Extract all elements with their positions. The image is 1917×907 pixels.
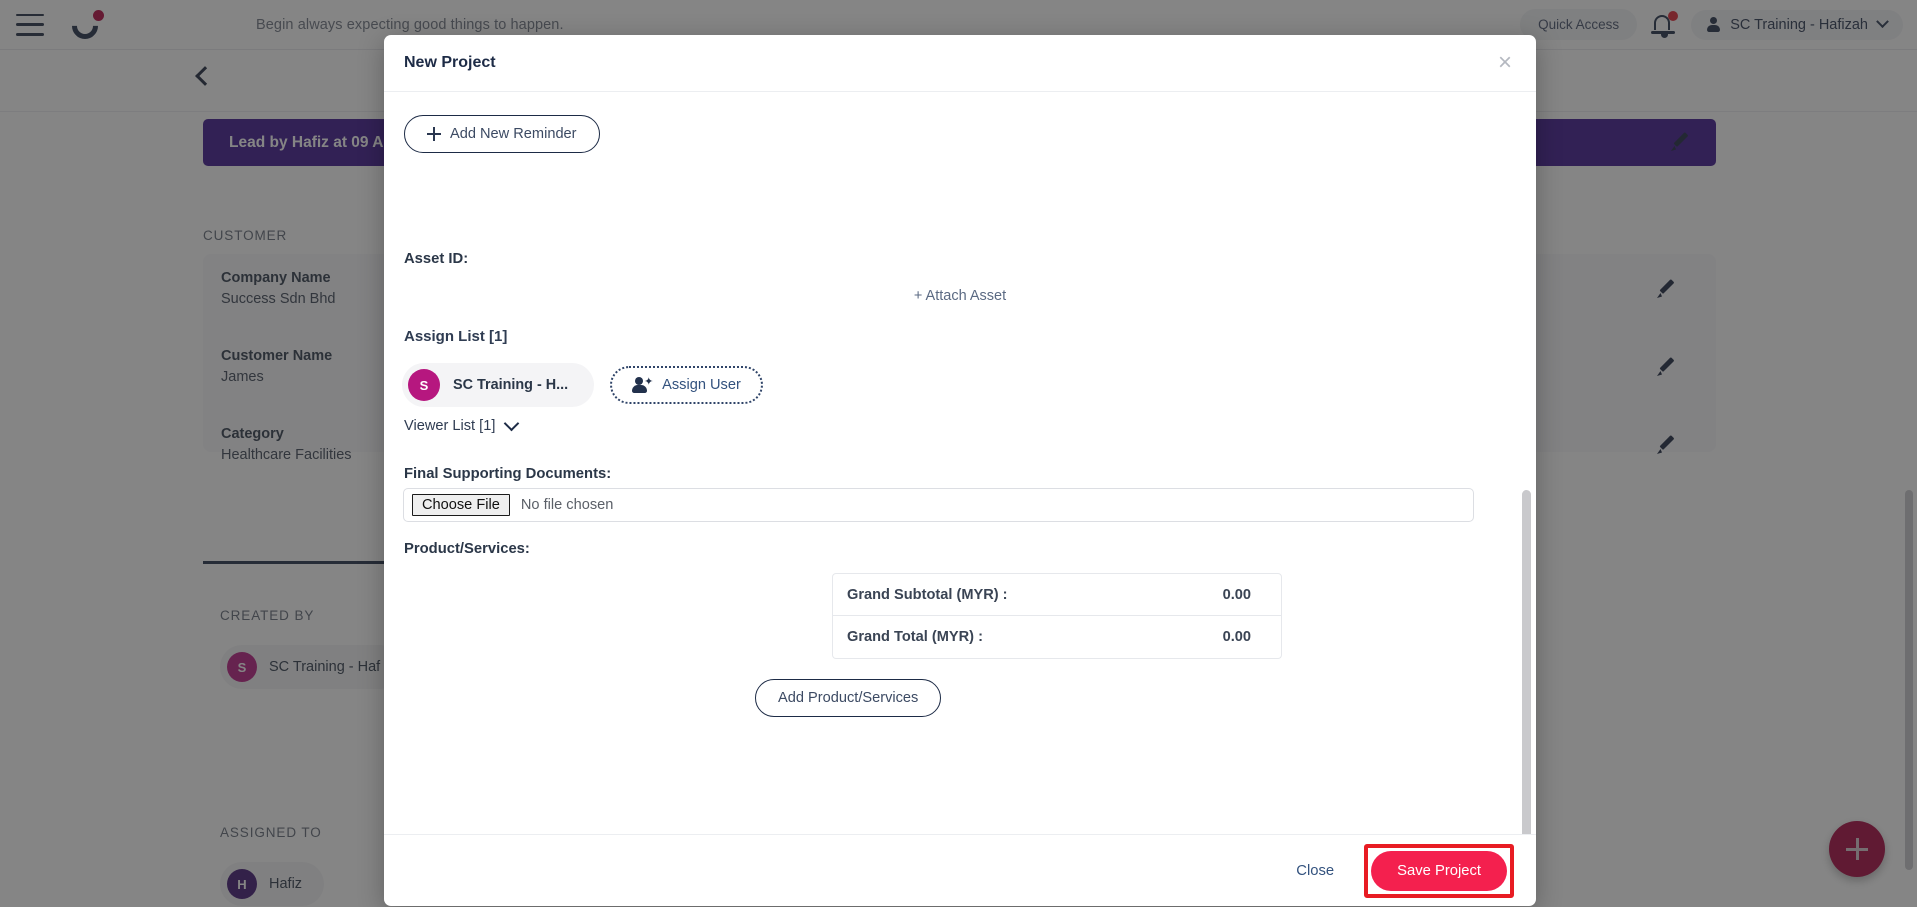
chevron-down-icon [504, 415, 520, 432]
products-services-label: Product/Services: [404, 541, 530, 557]
plus-icon [427, 127, 441, 141]
add-product-services-button[interactable]: Add Product/Services [755, 679, 942, 717]
modal-body: Add New Reminder Asset ID: + Attach Asse… [384, 92, 1536, 834]
assign-row: S SC Training - H... ✦ Assign User [402, 363, 763, 407]
modal-scrollbar[interactable] [1522, 490, 1531, 834]
modal-header: New Project × [384, 35, 1536, 92]
no-file-chosen-label: No file chosen [520, 497, 614, 513]
grand-total-label: Grand Total (MYR) : [847, 629, 983, 645]
close-icon[interactable]: × [1498, 51, 1512, 75]
table-row: Grand Subtotal (MYR) : 0.00 [832, 573, 1282, 616]
add-user-icon: ✦ [632, 377, 653, 393]
totals-table: Grand Subtotal (MYR) : 0.00 Grand Total … [832, 573, 1282, 659]
assign-user-button[interactable]: ✦ Assign User [610, 366, 763, 404]
final-documents-file-input[interactable]: Choose File No file chosen [403, 488, 1474, 522]
table-row: Grand Total (MYR) : 0.00 [832, 616, 1282, 659]
asset-id-label: Asset ID: [404, 251, 469, 267]
add-new-reminder-button[interactable]: Add New Reminder [404, 115, 600, 153]
close-button[interactable]: Close [1272, 851, 1359, 890]
choose-file-button[interactable]: Choose File [412, 494, 510, 516]
modal-footer: Close Save Project [384, 834, 1536, 906]
viewer-list-label: Viewer List [1] [404, 418, 496, 434]
add-product-services-label: Add Product/Services [778, 690, 919, 706]
add-new-reminder-label: Add New Reminder [450, 126, 577, 142]
viewer-list-toggle[interactable]: Viewer List [1] [404, 415, 520, 434]
save-project-button[interactable]: Save Project [1371, 850, 1507, 891]
new-project-modal: New Project × Add New Reminder Asset ID:… [384, 35, 1536, 906]
assign-list-label: Assign List [1] [404, 328, 508, 345]
final-supporting-documents-label: Final Supporting Documents: [404, 466, 612, 482]
grand-subtotal-label: Grand Subtotal (MYR) : [847, 586, 1008, 603]
grand-total-value: 0.00 [1222, 629, 1251, 645]
assignee-chip[interactable]: S SC Training - H... [402, 363, 595, 407]
save-button-highlight: Save Project [1364, 843, 1514, 898]
attach-asset-button[interactable]: + Attach Asset [384, 288, 1536, 304]
assign-user-label: Assign User [662, 377, 741, 393]
assignee-name: SC Training - H... [453, 377, 569, 393]
modal-title: New Project [404, 54, 496, 71]
grand-subtotal-value: 0.00 [1222, 586, 1251, 603]
avatar: S [408, 369, 440, 401]
